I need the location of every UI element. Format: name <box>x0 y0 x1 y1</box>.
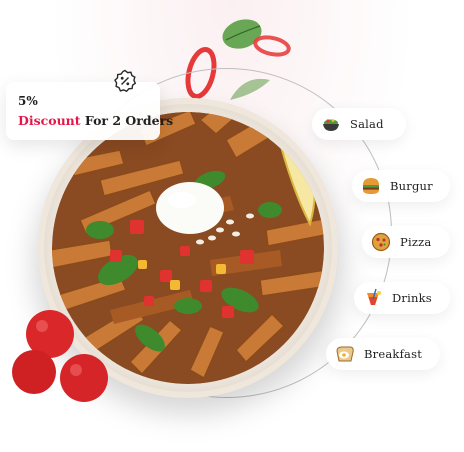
menu-item-salad[interactable]: Salad <box>312 108 406 140</box>
menu-item-label: Breakfast <box>364 347 423 361</box>
hero-stage: 5% Discount For 2 Orders Salad Burgur Pi… <box>0 0 464 452</box>
menu-item-label: Burgur <box>390 179 433 193</box>
breakfast-icon <box>336 346 354 362</box>
discount-percent: 5% <box>18 94 38 108</box>
cherry-tomatoes-image <box>12 310 108 402</box>
discount-badge-icon <box>114 69 137 93</box>
floating-chili-ring-icon <box>253 35 291 57</box>
drink-icon <box>367 288 381 305</box>
discount-accent-text: Discount <box>18 113 81 128</box>
discount-text: Discount For 2 Orders <box>18 113 173 128</box>
menu-item-pizza[interactable]: Pizza <box>362 226 450 258</box>
menu-item-breakfast[interactable]: Breakfast <box>326 338 440 370</box>
burger-icon <box>363 178 379 194</box>
menu-item-label: Salad <box>350 117 384 131</box>
pizza-icon <box>371 232 391 252</box>
menu-item-label: Drinks <box>392 291 432 305</box>
menu-item-drinks[interactable]: Drinks <box>354 282 450 314</box>
discount-rest-text: For 2 Orders <box>80 113 174 128</box>
menu-item-label: Pizza <box>400 235 432 249</box>
salad-bowl-icon <box>323 119 339 131</box>
menu-item-burgur[interactable]: Burgur <box>352 170 450 202</box>
